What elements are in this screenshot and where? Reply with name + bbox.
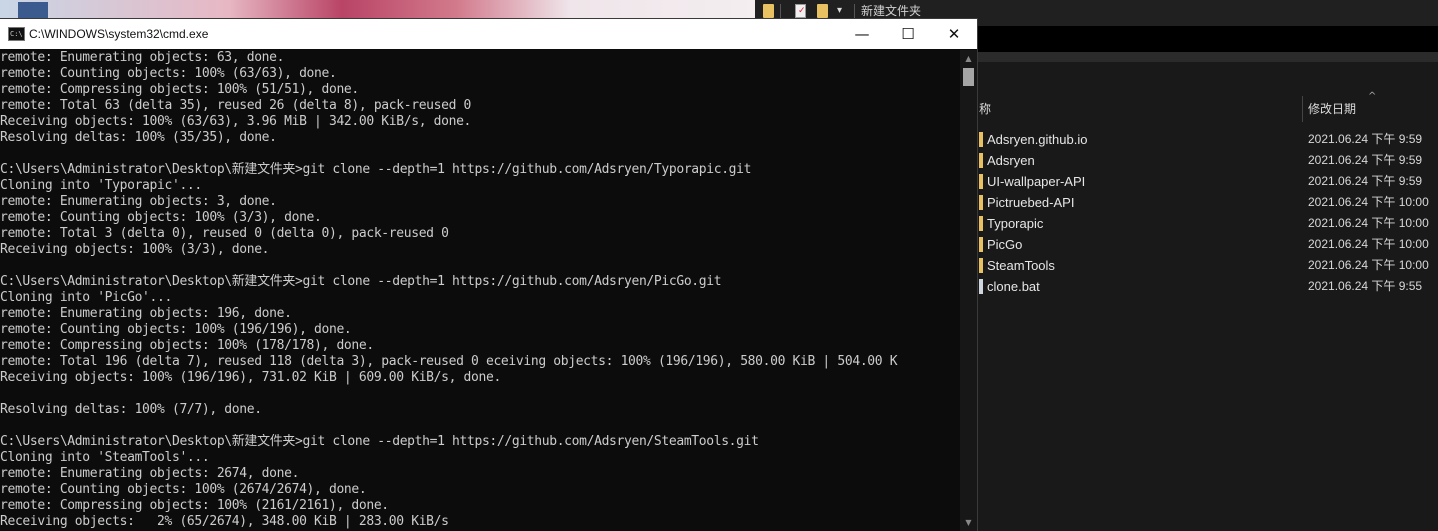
close-button[interactable]: ✕	[931, 19, 977, 49]
file-modified-date: 2021.06.24 下午 9:55	[1308, 279, 1423, 293]
console-line: remote: Total 196 (delta 7), reused 118 …	[0, 354, 898, 369]
scrollbar-thumb[interactable]	[963, 68, 974, 86]
file-row[interactable]: UI-wallpaper-API 2021.06.24 下午 9:59	[977, 171, 1438, 192]
console-line: remote: Enumerating objects: 196, done.	[0, 306, 292, 321]
console-line: Receiving objects: 100% (196/196), 731.0…	[0, 370, 501, 385]
console-output[interactable]: remote: Enumerating objects: 63, done. re…	[0, 50, 960, 531]
console-line: Resolving deltas: 100% (7/7), done.	[0, 402, 262, 417]
console-line: remote: Total 63 (delta 35), reused 26 (…	[0, 98, 472, 113]
folder-icon	[979, 132, 983, 147]
console-line: C:\Users\Administrator\Desktop\新建文件夹>git…	[0, 162, 752, 177]
cmd-window: C:\ C:\WINDOWS\system32\cmd.exe — ☐ ✕ re…	[0, 18, 978, 531]
console-line: remote: Compressing objects: 100% (178/1…	[0, 338, 374, 353]
file-name: UI-wallpaper-API	[987, 174, 1086, 189]
console-line: C:\Users\Administrator\Desktop\新建文件夹>git…	[0, 274, 722, 289]
folder-icon[interactable]	[763, 4, 774, 18]
folder-icon	[979, 216, 983, 231]
file-name: Pictruebed-API	[987, 195, 1075, 210]
console-line: Cloning into 'Typorapic'...	[0, 178, 202, 193]
customize-toolbar-icon[interactable]: ▾	[837, 4, 848, 18]
file-modified-date: 2021.06.24 下午 10:00	[1308, 195, 1429, 209]
console-line: Cloning into 'SteamTools'...	[0, 450, 210, 465]
vertical-scrollbar[interactable]: ▲ ▼	[960, 50, 977, 531]
file-name: SteamTools	[987, 258, 1055, 273]
folder-icon	[979, 258, 983, 273]
file-row[interactable]: PicGo 2021.06.24 下午 10:00	[977, 234, 1438, 255]
batch-file-icon	[979, 279, 983, 294]
column-header-name[interactable]: 称	[979, 95, 991, 123]
folder-icon	[979, 237, 983, 252]
console-icon[interactable]: C:\	[8, 27, 25, 41]
console-line: remote: Enumerating objects: 63, done.	[0, 50, 285, 65]
file-row[interactable]: Typorapic 2021.06.24 下午 10:00	[977, 213, 1438, 234]
console-line: remote: Counting objects: 100% (2674/267…	[0, 482, 367, 497]
file-row[interactable]: clone.bat 2021.06.24 下午 9:55	[977, 276, 1438, 297]
console-line: remote: Counting objects: 100% (196/196)…	[0, 322, 352, 337]
explorer-window-title: 新建文件夹	[861, 4, 922, 18]
folder-icon	[979, 195, 983, 210]
file-row[interactable]: Adsryen 2021.06.24 下午 9:59	[977, 150, 1438, 171]
console-line: remote: Compressing objects: 100% (2161/…	[0, 498, 389, 513]
file-modified-date: 2021.06.24 下午 10:00	[1308, 216, 1429, 230]
console-line: Receiving objects: 100% (3/3), done.	[0, 242, 270, 257]
file-row[interactable]: Adsryen.github.io 2021.06.24 下午 9:59	[977, 129, 1438, 150]
new-folder-icon[interactable]	[817, 4, 828, 18]
file-modified-date: 2021.06.24 下午 10:00	[1308, 258, 1429, 272]
file-name: Adsryen.github.io	[987, 132, 1088, 147]
console-line: Resolving deltas: 100% (35/35), done.	[0, 130, 277, 145]
file-modified-date: 2021.06.24 下午 9:59	[1308, 132, 1423, 146]
sort-ascending-icon: ^	[1368, 91, 1377, 102]
minimize-button[interactable]: —	[839, 19, 885, 49]
console-line: remote: Total 3 (delta 0), reused 0 (del…	[0, 226, 449, 241]
console-line: remote: Enumerating objects: 2674, done.	[0, 466, 300, 481]
column-header-date[interactable]: 修改日期	[1308, 95, 1356, 123]
maximize-button[interactable]: ☐	[885, 19, 931, 49]
file-modified-date: 2021.06.24 下午 9:59	[1308, 153, 1423, 167]
console-line: remote: Counting objects: 100% (63/63), …	[0, 66, 337, 81]
cmd-titlebar[interactable]: C:\ C:\WINDOWS\system32\cmd.exe — ☐ ✕	[0, 19, 977, 49]
console-line: Receiving objects: 2% (65/2674), 348.00 …	[0, 514, 449, 529]
file-name: Adsryen	[987, 153, 1035, 168]
folder-icon	[979, 174, 983, 189]
scroll-up-icon[interactable]: ▲	[960, 50, 977, 67]
folder-icon	[979, 153, 983, 168]
file-modified-date: 2021.06.24 下午 10:00	[1308, 237, 1429, 251]
console-line: remote: Counting objects: 100% (3/3), do…	[0, 210, 322, 225]
console-line: Receiving objects: 100% (63/63), 3.96 Mi…	[0, 114, 472, 129]
console-line: Cloning into 'PicGo'...	[0, 290, 172, 305]
file-row[interactable]: Pictruebed-API 2021.06.24 下午 10:00	[977, 192, 1438, 213]
scroll-down-icon[interactable]: ▼	[960, 514, 977, 531]
console-line: remote: Enumerating objects: 3, done.	[0, 194, 277, 209]
column-divider[interactable]	[1302, 96, 1303, 122]
file-modified-date: 2021.06.24 下午 9:59	[1308, 174, 1423, 188]
properties-icon[interactable]: ✓	[795, 4, 806, 18]
file-name: clone.bat	[987, 279, 1040, 294]
file-row[interactable]: SteamTools 2021.06.24 下午 10:00	[977, 255, 1438, 276]
file-name: Typorapic	[987, 216, 1044, 231]
console-line: C:\Users\Administrator\Desktop\新建文件夹>git…	[0, 434, 759, 449]
desktop-wallpaper	[0, 0, 760, 20]
console-line: remote: Compressing objects: 100% (51/51…	[0, 82, 359, 97]
window-title: C:\WINDOWS\system32\cmd.exe	[29, 27, 209, 41]
file-name: PicGo	[987, 237, 1023, 252]
